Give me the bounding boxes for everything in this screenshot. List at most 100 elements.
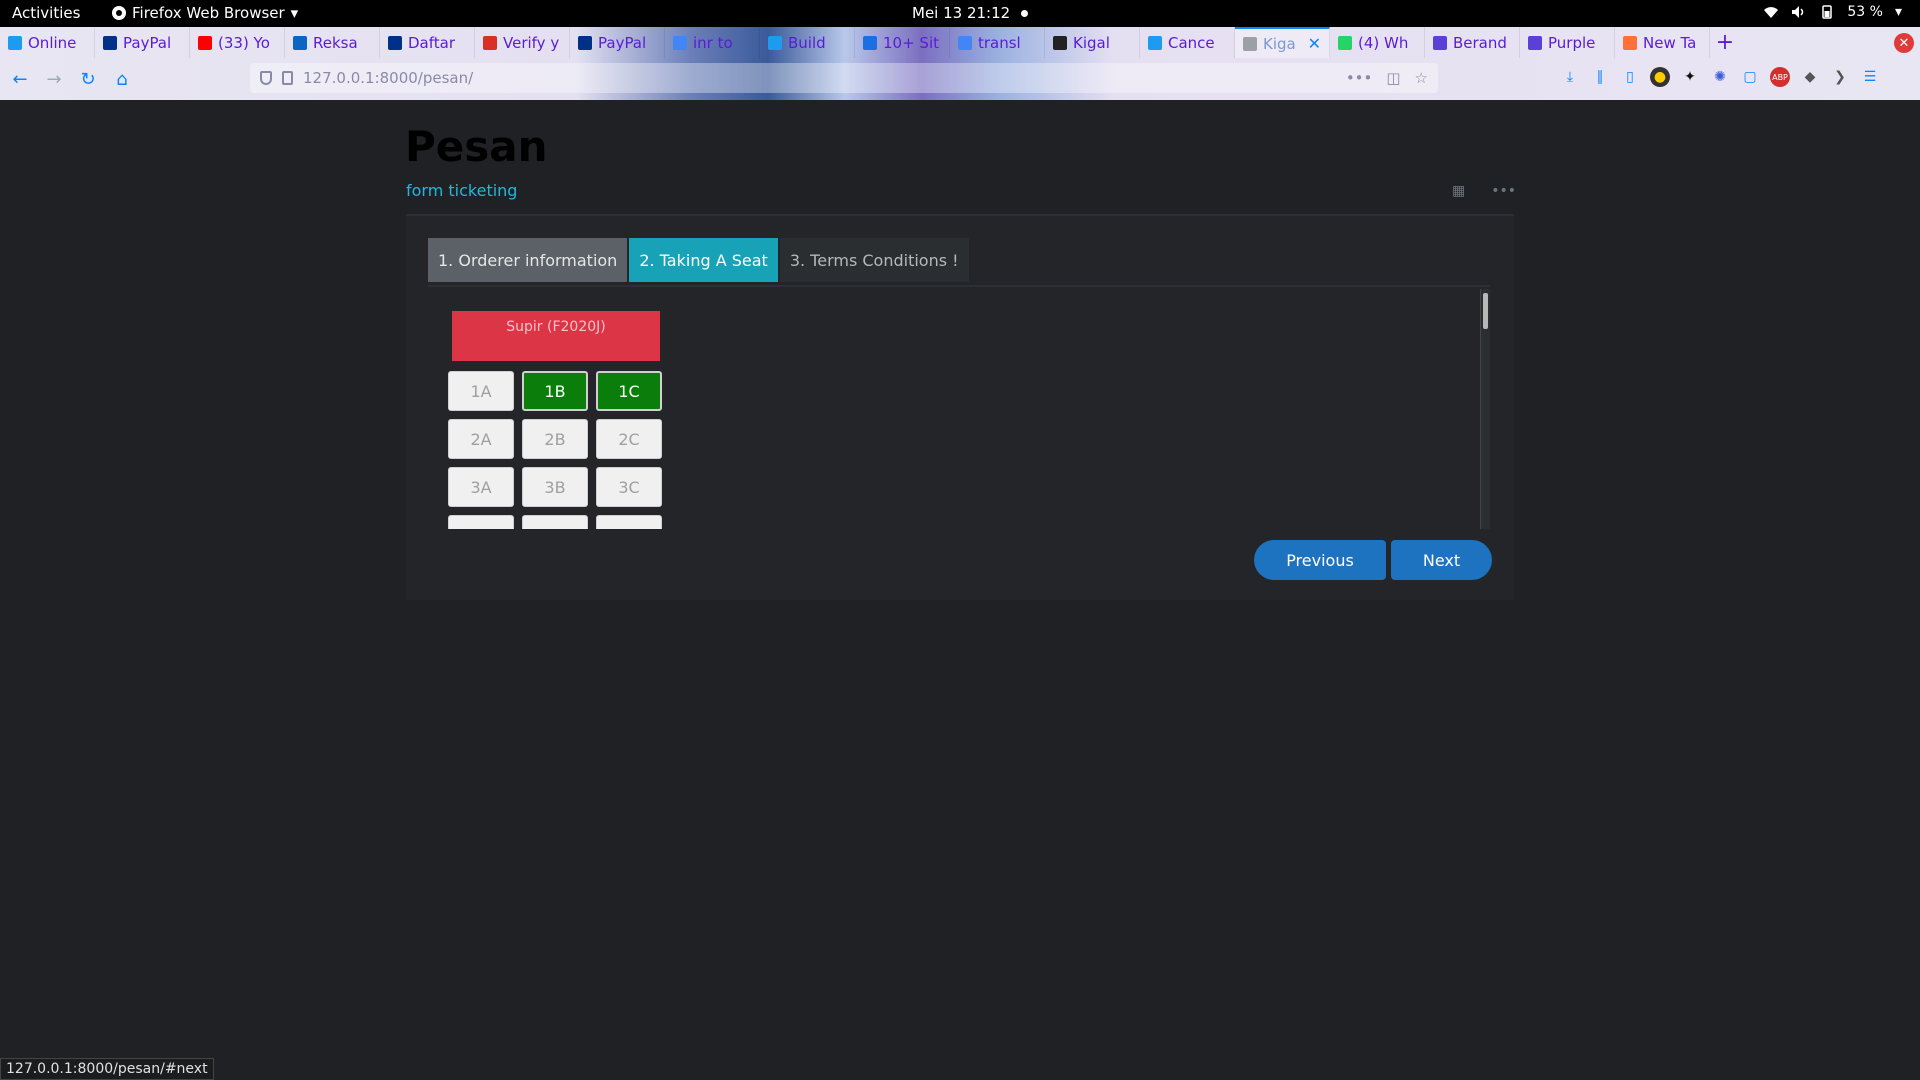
page-actions-icon[interactable]: ••• — [1346, 69, 1373, 87]
github-icon — [1053, 35, 1067, 50]
calculator-icon[interactable]: ▦ — [1452, 183, 1465, 199]
browser-tab-label: (4) Wh — [1358, 33, 1409, 52]
browser-tab-label: Kigal — [1073, 33, 1110, 52]
extension-icon[interactable]: ❯ — [1830, 67, 1850, 87]
wizard-step-1[interactable]: 1. Orderer information — [428, 238, 628, 282]
window-close-button[interactable]: ✕ — [1894, 33, 1914, 53]
activities-button[interactable]: Activities — [12, 4, 80, 22]
wizard-step-2[interactable]: 2. Taking A Seat — [629, 238, 778, 282]
browser-tab-label: Verify y — [503, 33, 560, 52]
new-tab-button[interactable]: + — [1710, 27, 1740, 58]
system-tray[interactable]: 53 % ▾ — [1763, 4, 1902, 20]
seat-button[interactable]: 1B — [522, 371, 588, 411]
wifi-icon — [1764, 7, 1779, 18]
next-button[interactable]: Next — [1391, 540, 1492, 580]
page-title: Pesan — [405, 122, 548, 171]
more-options-icon[interactable]: ••• — [1491, 183, 1516, 199]
browser-tab[interactable]: (4) Wh — [1330, 27, 1425, 58]
link-status-bar: 127.0.0.1:8000/pesan/#next — [0, 1058, 214, 1080]
browser-tab[interactable]: Build — [760, 27, 855, 58]
clock[interactable]: Mei 13 21:12 — [912, 4, 1010, 22]
paypal-icon — [103, 35, 117, 50]
browser-tab-label: 10+ Sit — [883, 33, 939, 52]
browser-tab-label: Build — [788, 33, 826, 52]
browser-tab[interactable]: PayPal — [95, 27, 190, 58]
twitter-icon — [1148, 35, 1162, 50]
seat-button[interactable]: 4A — [448, 515, 514, 529]
firefox-icon — [112, 6, 126, 20]
canva-icon — [1433, 35, 1447, 50]
notification-dot-icon — [1021, 10, 1028, 17]
seat-button[interactable]: 4B — [522, 515, 588, 529]
browser-tab[interactable]: Kigal — [1045, 27, 1140, 58]
canva-icon — [1528, 35, 1542, 50]
wizard-step-3[interactable]: 3. Terms Conditions ! — [779, 238, 969, 282]
browser-tab-label: Reksa — [313, 33, 358, 52]
extension-icon[interactable]: ◆ — [1800, 67, 1820, 87]
seat-button[interactable]: 2B — [522, 419, 588, 459]
chevron-down-icon: ▾ — [290, 4, 299, 22]
seat-button[interactable]: 3A — [448, 467, 514, 507]
browser-tab[interactable]: Online — [0, 27, 95, 58]
paypal-icon — [578, 35, 592, 50]
seat-button[interactable]: 2A — [448, 419, 514, 459]
paypal-icon — [388, 35, 402, 50]
adblock-icon[interactable]: ABP — [1770, 67, 1790, 87]
reload-button[interactable]: ↻ — [74, 65, 102, 93]
extension-icon[interactable]: ▢ — [1740, 67, 1760, 87]
browser-tab[interactable]: New Ta — [1615, 27, 1710, 58]
system-top-bar: Activities Firefox Web Browser ▾ Mei 13 … — [0, 0, 1920, 27]
arrow-right-icon: → — [46, 68, 62, 90]
browser-tab[interactable]: Berand — [1425, 27, 1520, 58]
scrollbar[interactable] — [1480, 289, 1490, 529]
browser-tab-label: Daftar — [408, 33, 455, 52]
browser-tab[interactable]: Daftar — [380, 27, 475, 58]
seat-button[interactable]: 2C — [596, 419, 662, 459]
url-bar[interactable]: 127.0.0.1:8000/pesan/ ••• ◫ ☆ — [250, 63, 1438, 93]
browser-tab-label: New Ta — [1643, 33, 1697, 52]
browser-tab[interactable]: (33) Yo — [190, 27, 285, 58]
browser-tab[interactable]: transl — [950, 27, 1045, 58]
sidebar-icon[interactable]: ▯ — [1620, 67, 1640, 87]
browser-tab[interactable]: Cance — [1140, 27, 1235, 58]
scrollbar-thumb[interactable] — [1483, 293, 1488, 329]
downloads-icon[interactable]: ⤓ — [1560, 67, 1580, 87]
back-button[interactable]: ← — [6, 65, 34, 93]
seat-button[interactable]: 3C — [596, 467, 662, 507]
previous-button[interactable]: Previous — [1254, 540, 1386, 580]
volume-icon — [1792, 6, 1804, 18]
extension-icon[interactable]: ✦ — [1680, 67, 1700, 87]
home-button[interactable]: ⌂ — [108, 65, 136, 93]
forward-button[interactable]: → — [40, 65, 68, 93]
reload-icon: ↻ — [80, 68, 96, 90]
browser-tab-label: PayPal — [598, 33, 647, 52]
browser-tab[interactable]: Kiga ✕ — [1235, 27, 1330, 58]
seat-selection-panel[interactable]: Supir (F2020J) 1A1B1C 2A2B2C 3A3B3C 4A 4B 4C — [428, 285, 1490, 529]
seat-button[interactable]: 3B — [522, 467, 588, 507]
url-text[interactable]: 127.0.0.1:8000/pesan/ — [303, 69, 473, 87]
close-tab-icon[interactable]: ✕ — [1308, 34, 1321, 53]
seat-button[interactable]: 1C — [596, 371, 662, 411]
page-info-icon[interactable] — [282, 71, 293, 85]
library-icon[interactable]: ∥ — [1590, 67, 1610, 87]
tracking-protection-icon[interactable] — [260, 71, 272, 85]
chart-icon — [863, 35, 877, 50]
browser-tab[interactable]: Purple — [1520, 27, 1615, 58]
page-subtitle: form ticketing — [406, 181, 518, 200]
browser-tab[interactable]: 10+ Sit — [855, 27, 950, 58]
extension-icon[interactable]: ● — [1650, 67, 1670, 87]
battery-percent: 53 % — [1847, 4, 1883, 20]
bookmark-star-icon[interactable]: ☆ — [1415, 69, 1428, 87]
seat-button[interactable]: 4C — [596, 515, 662, 529]
seat-button[interactable]: 1A — [448, 371, 514, 411]
browser-tab[interactable]: Reksa — [285, 27, 380, 58]
browser-tab[interactable]: PayPal — [570, 27, 665, 58]
menu-icon[interactable]: ☰ — [1860, 67, 1880, 87]
app-menu[interactable]: Firefox Web Browser ▾ — [112, 4, 298, 22]
browser-tab[interactable]: Verify y — [475, 27, 570, 58]
battery-icon — [1822, 5, 1833, 19]
twitter-icon — [768, 35, 782, 50]
pocket-icon[interactable]: ◫ — [1386, 69, 1400, 87]
browser-tab[interactable]: inr to — [665, 27, 760, 58]
extension-icon[interactable]: ✺ — [1710, 67, 1730, 87]
